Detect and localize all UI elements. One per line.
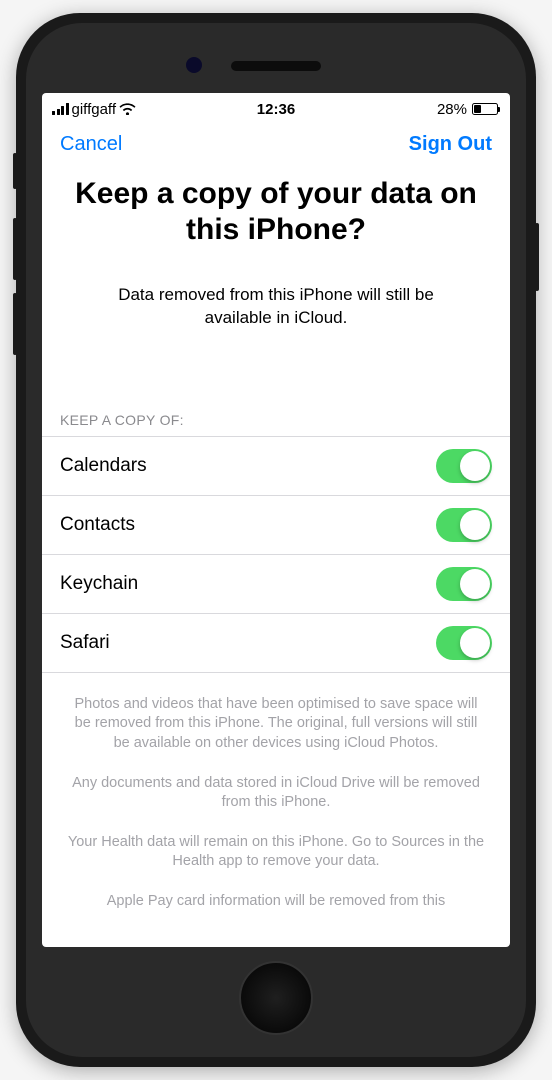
- volume-up-button: [13, 218, 17, 280]
- toggle-contacts[interactable]: [436, 508, 492, 542]
- row-keychain: Keychain: [42, 555, 510, 614]
- section-header: KEEP A COPY OF:: [42, 412, 510, 436]
- cancel-button[interactable]: Cancel: [60, 133, 122, 156]
- phone-frame: giffgaff 12:36 28% Cancel Sign Out: [16, 13, 536, 1067]
- power-button: [535, 223, 539, 291]
- row-contacts: Contacts: [42, 496, 510, 555]
- battery-icon: [470, 103, 500, 115]
- phone-bezel: giffgaff 12:36 28% Cancel Sign Out: [26, 23, 526, 1057]
- footer-note: Apple Pay card information will be remov…: [66, 892, 486, 912]
- sign-out-button[interactable]: Sign Out: [409, 133, 492, 156]
- footer-note: Your Health data will remain on this iPh…: [66, 833, 486, 872]
- earpiece: [231, 61, 321, 71]
- row-label: Calendars: [60, 455, 147, 477]
- footer-note: Photos and videos that have been optimis…: [66, 695, 486, 754]
- toggle-keychain[interactable]: [436, 567, 492, 601]
- row-label: Keychain: [60, 573, 138, 595]
- page-title: Keep a copy of your data on this iPhone?: [70, 176, 482, 248]
- volume-down-button: [13, 293, 17, 355]
- silent-switch: [13, 153, 17, 189]
- front-camera: [186, 57, 202, 73]
- home-button[interactable]: [239, 961, 313, 1035]
- content-area: Keep a copy of your data on this iPhone?…: [42, 170, 510, 947]
- status-bar: giffgaff 12:36 28%: [42, 93, 510, 119]
- page-subtitle: Data removed from this iPhone will still…: [70, 284, 482, 330]
- cellular-signal-icon: [52, 103, 69, 115]
- toggle-list: Calendars Contacts Keychain Safari: [42, 436, 510, 673]
- row-calendars: Calendars: [42, 437, 510, 496]
- battery-percent-label: 28%: [437, 101, 467, 118]
- row-safari: Safari: [42, 614, 510, 673]
- footer-notes: Photos and videos that have been optimis…: [42, 673, 510, 912]
- nav-bar: Cancel Sign Out: [42, 119, 510, 170]
- wifi-icon: [119, 103, 136, 115]
- footer-note: Any documents and data stored in iCloud …: [66, 774, 486, 813]
- clock-label: 12:36: [201, 101, 350, 118]
- row-label: Contacts: [60, 514, 135, 536]
- toggle-safari[interactable]: [436, 626, 492, 660]
- toggle-calendars[interactable]: [436, 449, 492, 483]
- row-label: Safari: [60, 632, 110, 654]
- screen: giffgaff 12:36 28% Cancel Sign Out: [42, 93, 510, 947]
- carrier-label: giffgaff: [72, 101, 117, 118]
